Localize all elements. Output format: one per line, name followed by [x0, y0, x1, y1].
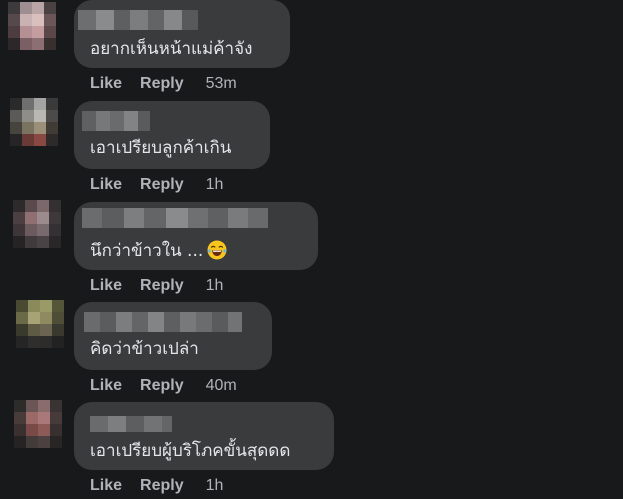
comment-bubble: คิดว่าข้าวเปล่า	[74, 302, 272, 370]
comment-bubble: นึกว่าข้าวใน ...	[74, 202, 318, 270]
like-button[interactable]: Like	[90, 377, 122, 395]
comment-timestamp[interactable]: 40m	[206, 377, 237, 395]
author-name-redacted[interactable]	[90, 416, 172, 432]
like-button[interactable]: Like	[90, 75, 122, 93]
comment-text: เอาเปรียบผู้บริโภคขั้นสุดดด	[90, 441, 291, 461]
comment-timestamp[interactable]: 1h	[206, 477, 224, 495]
reply-button[interactable]: Reply	[140, 75, 184, 93]
comment-actions: Like Reply 53m	[90, 75, 237, 93]
comment-timestamp[interactable]: 1h	[206, 176, 224, 194]
comment-text: เอาเปรียบลูกค้าเกิน	[90, 138, 232, 158]
comment-timestamp[interactable]: 53m	[206, 75, 237, 93]
avatar[interactable]	[13, 200, 61, 248]
comment-actions: Like Reply 1h	[90, 277, 223, 295]
comment-text: อยากเห็นหน้าแม่ค้าจัง	[90, 39, 253, 59]
comment-timestamp[interactable]: 1h	[206, 277, 224, 295]
reply-button[interactable]: Reply	[140, 377, 184, 395]
author-name-redacted[interactable]	[82, 111, 150, 131]
comment-actions: Like Reply 40m	[90, 377, 237, 395]
like-button[interactable]: Like	[90, 176, 122, 194]
reply-button[interactable]: Reply	[140, 176, 184, 194]
comment-text: คิดว่าข้าวเปล่า	[90, 339, 199, 359]
comment-text: นึกว่าข้าวใน ...	[90, 240, 227, 262]
comment-actions: Like Reply 1h	[90, 477, 223, 495]
author-name-redacted[interactable]	[82, 208, 268, 228]
author-name-redacted[interactable]	[84, 312, 242, 332]
like-button[interactable]: Like	[90, 277, 122, 295]
avatar[interactable]	[16, 300, 64, 348]
reply-button[interactable]: Reply	[140, 477, 184, 495]
avatar[interactable]	[8, 2, 56, 50]
comment-actions: Like Reply 1h	[90, 176, 223, 194]
author-name-redacted[interactable]	[78, 10, 198, 30]
reply-button[interactable]: Reply	[140, 277, 184, 295]
avatar[interactable]	[14, 400, 62, 448]
face-with-tears-of-joy-icon	[207, 240, 227, 260]
comment-bubble: เอาเปรียบผู้บริโภคขั้นสุดดด	[74, 402, 334, 470]
comment-bubble: เอาเปรียบลูกค้าเกิน	[74, 101, 270, 169]
comment-thread: อยากเห็นหน้าแม่ค้าจัง Like Reply 53m เอา…	[0, 0, 623, 499]
avatar[interactable]	[10, 98, 58, 146]
comment-text-content: นึกว่าข้าวใน ...	[90, 241, 204, 261]
comment-bubble: อยากเห็นหน้าแม่ค้าจัง	[74, 0, 290, 68]
like-button[interactable]: Like	[90, 477, 122, 495]
